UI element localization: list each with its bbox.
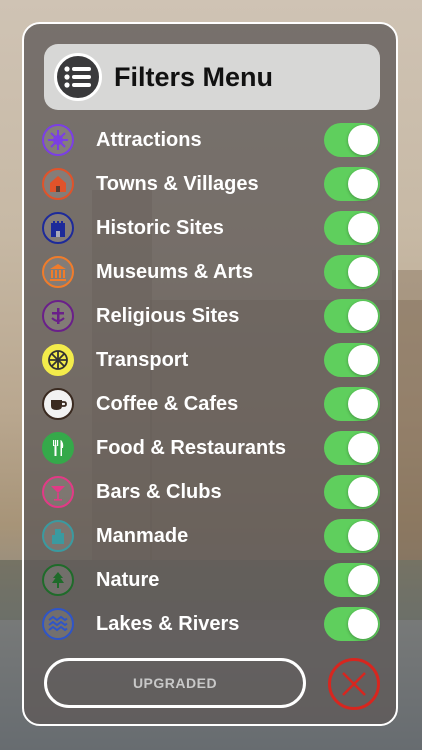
- menu-icon[interactable]: [54, 53, 102, 101]
- toggle-knob: [348, 345, 378, 375]
- cocktail-icon: [42, 476, 74, 508]
- museum-icon: [42, 256, 74, 288]
- toggle-knob: [348, 213, 378, 243]
- tree-icon: [42, 564, 74, 596]
- filter-row-nature: Nature: [42, 558, 382, 602]
- toggle-knob: [348, 609, 378, 639]
- filter-label: Museums & Arts: [96, 260, 254, 283]
- filter-row-manmade: Manmade: [42, 514, 382, 558]
- filter-label: Manmade: [96, 524, 189, 547]
- waves-icon: [42, 608, 74, 640]
- house-icon: [42, 168, 74, 200]
- lakes-rivers-toggle[interactable]: [324, 607, 380, 641]
- manmade-toggle[interactable]: [324, 519, 380, 553]
- filter-label: Historic Sites: [96, 216, 224, 239]
- coffee-cup-icon: [42, 388, 74, 420]
- toggle-knob: [348, 433, 378, 463]
- filter-row-coffee-cafes: Coffee & Cafes: [42, 382, 382, 426]
- toggle-knob: [348, 169, 378, 199]
- toggle-knob: [348, 565, 378, 595]
- filter-row-transport: Transport: [42, 338, 382, 382]
- filter-row-food-restaurants: Food & Restaurants: [42, 426, 382, 470]
- filter-label: Religious Sites: [96, 304, 240, 327]
- upgrade-button[interactable]: UPGRADED: [44, 658, 306, 708]
- filter-label: Coffee & Cafes: [96, 392, 239, 415]
- cutlery-icon: [42, 432, 74, 464]
- toggle-knob: [348, 521, 378, 551]
- filter-row-bars-clubs: Bars & Clubs: [42, 470, 382, 514]
- filter-row-historic-sites: Historic Sites: [42, 206, 382, 250]
- wheel-icon: [42, 344, 74, 376]
- attractions-toggle[interactable]: [324, 123, 380, 157]
- close-icon: [342, 672, 366, 696]
- page-title: Filters Menu: [114, 61, 274, 92]
- cross-icon: [42, 300, 74, 332]
- filter-row-museums-arts: Museums & Arts: [42, 250, 382, 294]
- filters-header: Filters Menu: [44, 44, 380, 110]
- museums-arts-toggle[interactable]: [324, 255, 380, 289]
- filter-label: Attractions: [96, 128, 202, 151]
- food-restaurants-toggle[interactable]: [324, 431, 380, 465]
- filter-label: Food & Restaurants: [96, 436, 287, 459]
- religious-sites-toggle[interactable]: [324, 299, 380, 333]
- historic-sites-toggle[interactable]: [324, 211, 380, 245]
- filter-label: Bars & Clubs: [96, 480, 222, 503]
- toggle-knob: [348, 125, 378, 155]
- nature-toggle[interactable]: [324, 563, 380, 597]
- filter-label: Nature: [96, 568, 160, 591]
- toggle-knob: [348, 477, 378, 507]
- toggle-knob: [348, 389, 378, 419]
- towns-villages-toggle[interactable]: [324, 167, 380, 201]
- toggle-knob: [348, 257, 378, 287]
- filter-row-lakes-rivers: Lakes & Rivers: [42, 602, 382, 646]
- attractions-icon: [42, 124, 74, 156]
- filter-row-towns-villages: Towns & Villages: [42, 162, 382, 206]
- filter-label: Lakes & Rivers: [96, 612, 240, 635]
- castle-icon: [42, 212, 74, 244]
- filter-label: Transport: [96, 348, 189, 371]
- filter-label: Towns & Villages: [96, 172, 259, 195]
- filters-panel: Filters Menu Attractions Towns & Village…: [22, 22, 398, 726]
- filter-row-religious-sites: Religious Sites: [42, 294, 382, 338]
- close-button[interactable]: [328, 658, 380, 710]
- coffee-cafes-toggle[interactable]: [324, 387, 380, 421]
- building-icon: [42, 520, 74, 552]
- filter-row-attractions: Attractions: [42, 118, 382, 162]
- toggle-knob: [348, 301, 378, 331]
- transport-toggle[interactable]: [324, 343, 380, 377]
- bars-clubs-toggle[interactable]: [324, 475, 380, 509]
